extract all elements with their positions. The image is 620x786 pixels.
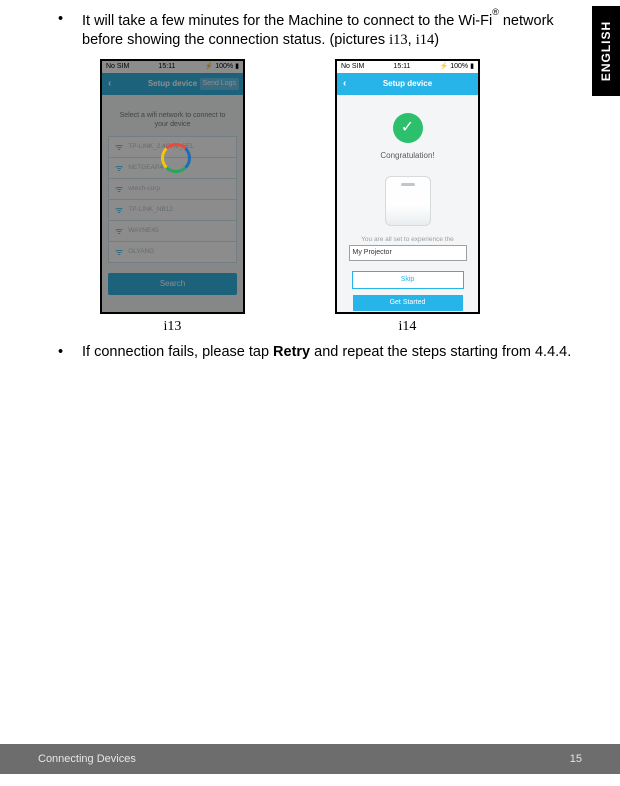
get-started-button[interactable]: Get Started bbox=[353, 295, 463, 311]
back-icon[interactable]: ‹ bbox=[343, 77, 346, 91]
text: and repeat the steps starting from 4.4.4… bbox=[310, 344, 571, 360]
wifi-item[interactable]: ᯤ wtech-corp bbox=[108, 178, 237, 200]
wifi-icon: ᯤ bbox=[115, 162, 123, 174]
wifi-name: NETGEAR4 bbox=[128, 164, 163, 173]
device-name-input[interactable]: My Projector bbox=[349, 245, 467, 261]
screenshot-i13: No SIM 15:11 ⚡100%▮ ‹ Setup device Send … bbox=[100, 59, 245, 337]
search-button[interactable]: Search bbox=[108, 273, 237, 295]
carrier: No SIM bbox=[341, 62, 364, 71]
fig-ref: i13 bbox=[389, 32, 408, 48]
device-image bbox=[385, 176, 431, 226]
language-tab: ENGLISH bbox=[592, 6, 620, 96]
footer-page-number: 15 bbox=[570, 753, 582, 765]
wifi-name: OLYANG bbox=[128, 248, 154, 257]
retry-label: Retry bbox=[273, 344, 310, 360]
status-bar: No SIM 15:11 ⚡100%▮ bbox=[337, 61, 478, 73]
text: , bbox=[408, 32, 416, 48]
input-value: My Projector bbox=[353, 248, 392, 257]
wifi-icon: ᯤ bbox=[115, 141, 123, 153]
wifi-instruction: Select a wifi network to connect to your… bbox=[102, 95, 243, 137]
battery-shape: ▮ bbox=[235, 62, 239, 71]
wifi-item[interactable]: ᯤ TP-LINK_NB12 bbox=[108, 199, 237, 221]
battery: 100% bbox=[450, 62, 468, 71]
experience-text: You are all set to experience the bbox=[361, 236, 454, 245]
caption: i14 bbox=[399, 318, 417, 337]
wifi-item[interactable]: ᯤ OLYANG bbox=[108, 241, 237, 263]
wifi-icon: ᯤ bbox=[115, 225, 123, 237]
battery-icon: ⚡ bbox=[440, 62, 449, 71]
screen-title: Setup device bbox=[148, 79, 197, 90]
text: It will take a few minutes for the Machi… bbox=[82, 13, 492, 29]
clock: 15:11 bbox=[393, 62, 410, 71]
wifi-icon: ᯤ bbox=[115, 183, 123, 195]
loading-spinner-icon bbox=[161, 143, 191, 173]
send-logs-button[interactable]: Send Logs bbox=[200, 78, 239, 89]
registered-mark: ® bbox=[492, 7, 499, 17]
wifi-name: TP-LINK_NB12 bbox=[128, 206, 173, 215]
screen-title: Setup device bbox=[383, 79, 432, 90]
wifi-icon: ᯤ bbox=[115, 246, 123, 258]
success-check-icon: ✓ bbox=[393, 113, 423, 143]
page-footer: Connecting Devices 15 bbox=[0, 744, 620, 774]
congrats-text: Congratulation! bbox=[380, 151, 434, 162]
bullet-2: If connection fails, please tap Retry an… bbox=[58, 343, 582, 363]
screenshot-i14: No SIM 15:11 ⚡100%▮ ‹ Setup device ✓ bbox=[335, 59, 480, 337]
title-bar: ‹ Setup device bbox=[337, 73, 478, 95]
back-icon[interactable]: ‹ bbox=[108, 77, 111, 91]
status-bar: No SIM 15:11 ⚡100%▮ bbox=[102, 61, 243, 73]
language-label: ENGLISH bbox=[599, 21, 613, 81]
wifi-icon: ᯤ bbox=[115, 204, 123, 216]
battery: 100% bbox=[215, 62, 233, 71]
text: ) bbox=[434, 32, 439, 48]
battery-shape: ▮ bbox=[470, 62, 474, 71]
text: If connection fails, please tap bbox=[82, 344, 273, 360]
wifi-name: WAYNE45 bbox=[128, 227, 158, 236]
fig-ref: i14 bbox=[416, 32, 435, 48]
bullet-1: It will take a few minutes for the Machi… bbox=[58, 10, 582, 337]
page-content: It will take a few minutes for the Machi… bbox=[0, 0, 620, 362]
caption: i13 bbox=[164, 318, 182, 337]
footer-section: Connecting Devices bbox=[38, 753, 136, 765]
carrier: No SIM bbox=[106, 62, 129, 71]
wifi-name: wtech-corp bbox=[128, 185, 160, 194]
clock: 15:11 bbox=[158, 62, 175, 71]
battery-icon: ⚡ bbox=[205, 62, 214, 71]
title-bar: ‹ Setup device Send Logs bbox=[102, 73, 243, 95]
skip-button[interactable]: Skip bbox=[352, 271, 464, 289]
wifi-item[interactable]: ᯤ WAYNE45 bbox=[108, 220, 237, 242]
